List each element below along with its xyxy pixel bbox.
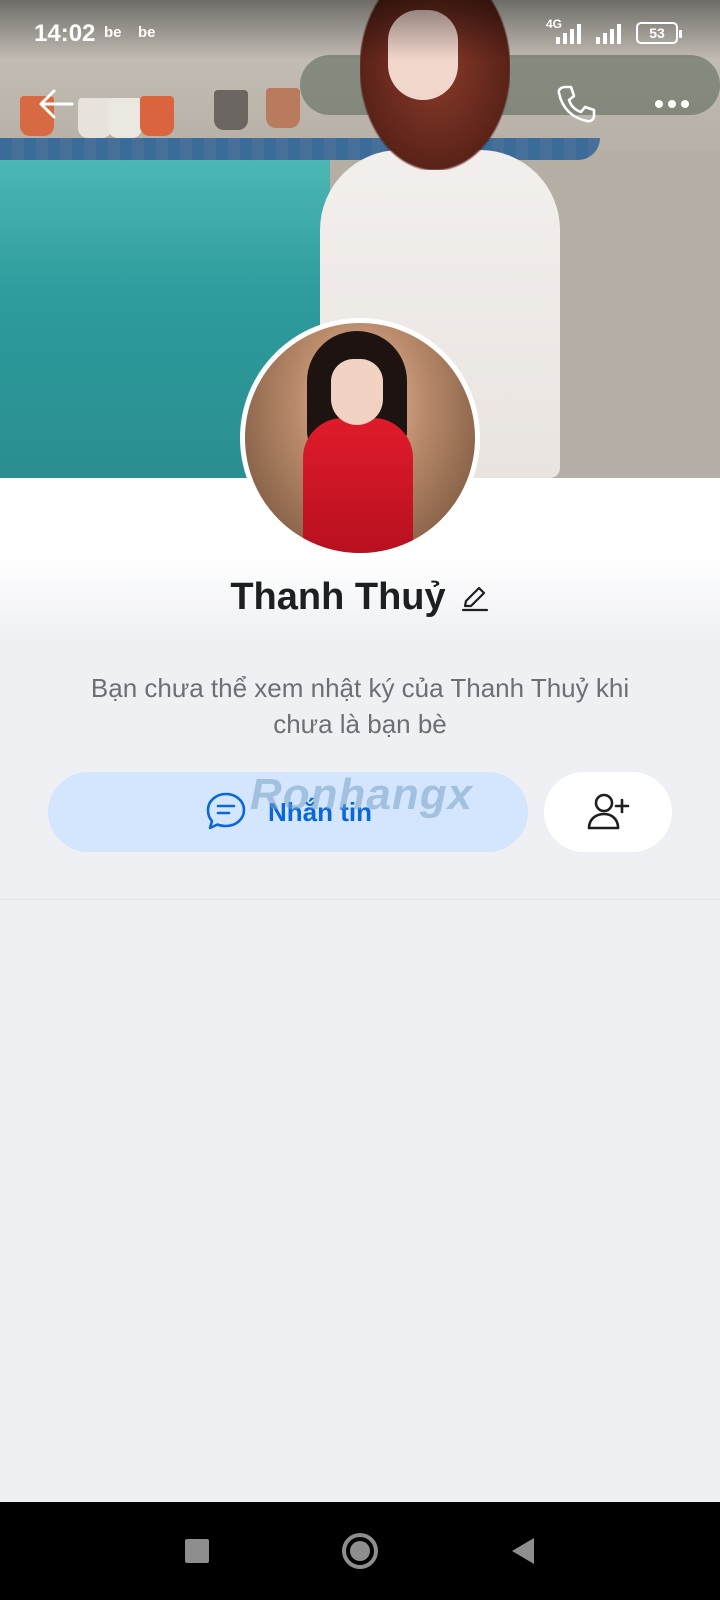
status-time: 14:02: [34, 20, 96, 47]
status-bar: 14:02 be be 4G 53: [0, 0, 720, 60]
profile-screen: 14:02 be be 4G 53 Thanh Thuỷ Bạn chưa th…: [0, 0, 720, 1600]
notification-icon-be: be: [138, 24, 156, 41]
more-horizontal-icon: [655, 100, 689, 108]
profile-name: Thanh Thuỷ: [230, 575, 446, 618]
recents-button[interactable]: [172, 1526, 222, 1576]
add-user-icon: [587, 793, 630, 830]
phone-icon: [557, 85, 596, 123]
more-options-button[interactable]: [650, 82, 694, 126]
message-button-label: Nhắn tin: [268, 796, 372, 827]
battery-icon: 53: [636, 22, 682, 44]
section-divider: [0, 899, 720, 900]
home-button[interactable]: [335, 1526, 385, 1576]
call-button[interactable]: [554, 82, 598, 126]
arrow-left-icon: [39, 89, 74, 119]
add-friend-button[interactable]: [544, 772, 672, 852]
chat-bubble-icon: [206, 792, 246, 830]
nav-back-button[interactable]: [498, 1526, 548, 1576]
signal-icon: [596, 24, 621, 44]
square-icon: [185, 1539, 209, 1563]
message-button[interactable]: Nhắn tin: [48, 772, 528, 852]
name-row: Thanh Thuỷ: [0, 572, 720, 622]
system-nav-bar: [0, 1502, 720, 1600]
circle-icon: [342, 1533, 378, 1569]
avatar[interactable]: [240, 318, 480, 558]
notification-icon-be: be: [104, 24, 122, 41]
privacy-notice: Bạn chưa thể xem nhật ký của Thanh Thuỷ …: [90, 673, 630, 739]
pencil-icon[interactable]: [460, 582, 490, 612]
back-button[interactable]: [34, 82, 78, 126]
triangle-back-icon: [512, 1538, 534, 1564]
signal-icon: [556, 24, 581, 44]
